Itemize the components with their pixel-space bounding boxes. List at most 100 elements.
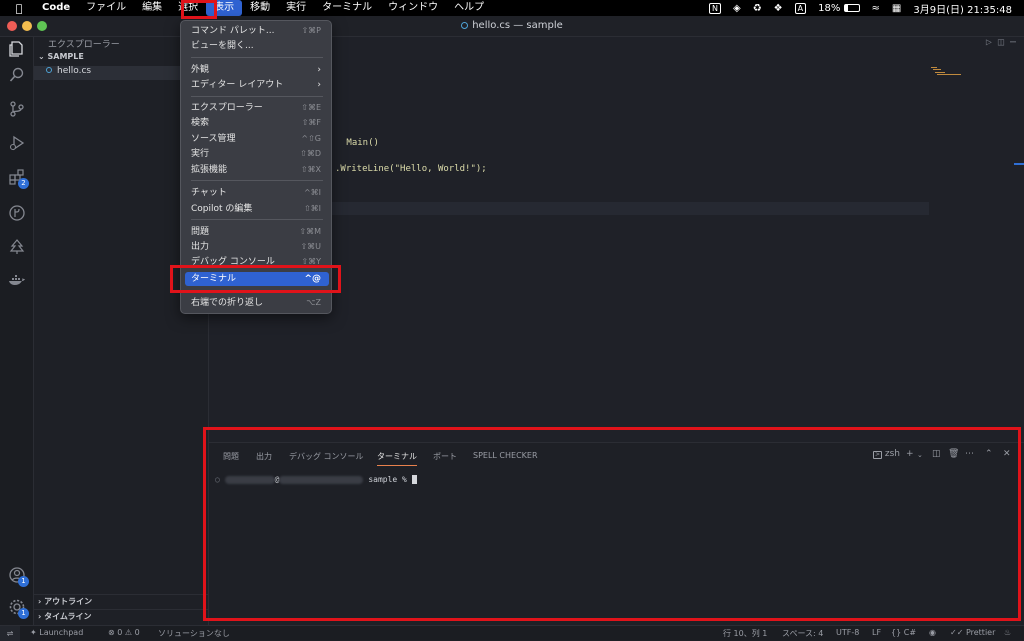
- extensions-icon[interactable]: 2: [5, 165, 29, 189]
- more-icon[interactable]: ⋯: [965, 449, 974, 459]
- extensions-badge: 2: [18, 178, 29, 189]
- timeline-section[interactable]: › タイムライン: [34, 609, 209, 623]
- explorer-icon[interactable]: [5, 37, 29, 61]
- minimap[interactable]: [929, 65, 969, 85]
- wifi-icon[interactable]: ≈: [866, 3, 886, 14]
- window-title-bar: hello.cs — sample: [0, 16, 1024, 37]
- menu-item-label: 出力: [191, 242, 210, 252]
- menu-item-copilot-edits[interactable]: Copilot の編集 ⇧⌘I: [185, 202, 329, 216]
- trash-icon[interactable]: 🗑: [948, 449, 959, 459]
- problems-status[interactable]: ⊗ 0 ⚠ 0: [108, 628, 140, 637]
- code-line-writeline: .WriteLine("Hello, World!");: [335, 164, 487, 174]
- remote-indicator-icon[interactable]: ⇌: [0, 626, 20, 641]
- menu-item-debug-console[interactable]: デバッグ コンソール ⇧⌘Y: [185, 255, 329, 269]
- menu-item-editor-layout[interactable]: エディター レイアウト ›: [185, 78, 329, 92]
- git-graph-icon[interactable]: [5, 201, 29, 225]
- indentation-status[interactable]: スペース: 4: [782, 628, 823, 639]
- apple-menu-icon[interactable]: : [12, 2, 26, 15]
- source-control-icon[interactable]: [5, 97, 29, 121]
- menu-item-terminal[interactable]: ターミナル ^@: [185, 272, 329, 286]
- tab-terminal[interactable]: ターミナル: [377, 451, 417, 466]
- split-terminal-icon[interactable]: ◫: [932, 449, 941, 459]
- menu-edit[interactable]: 編集: [134, 0, 170, 16]
- menu-item-run[interactable]: 実行 ⇧⌘D: [185, 147, 329, 161]
- terminal-shell-selector[interactable]: > zsh: [873, 449, 900, 459]
- input-method-icon[interactable]: A: [789, 2, 812, 14]
- tab-output[interactable]: 出力: [256, 451, 272, 462]
- battery-status[interactable]: 18%: [812, 3, 865, 14]
- tab-debug-console[interactable]: デバッグ コンソール: [289, 451, 364, 462]
- more-icon[interactable]: ⋯: [1010, 37, 1016, 48]
- menu-file[interactable]: ファイル: [78, 0, 134, 16]
- cube-icon[interactable]: ❖: [768, 3, 789, 14]
- launchpad-status[interactable]: ✦ Launchpad: [30, 628, 83, 637]
- menu-item-search[interactable]: 検索 ⇧⌘F: [185, 116, 329, 130]
- menu-item-shortcut: ⇧⌘I: [303, 204, 321, 213]
- menu-item-shortcut: ⇧⌘M: [299, 227, 321, 236]
- notion-icon[interactable]: N: [703, 2, 727, 14]
- eol-status[interactable]: LF: [872, 628, 881, 637]
- close-panel-icon[interactable]: ✕: [1003, 449, 1011, 459]
- maximize-panel-icon[interactable]: ⌃: [985, 449, 993, 459]
- menu-item-command-palette[interactable]: コマンド パレット... ⇧⌘P: [185, 24, 329, 38]
- bell-icon[interactable]: ♨: [1004, 628, 1011, 637]
- menu-item-label: 拡張機能: [191, 165, 228, 175]
- tab-spell-checker[interactable]: SPELL CHECKER: [473, 451, 538, 460]
- activity-bar: 2 1 1: [0, 37, 34, 625]
- menu-item-word-wrap[interactable]: 右端での折り返し ⌥Z: [185, 296, 329, 310]
- encoding-status[interactable]: UTF-8: [836, 628, 859, 637]
- cursor-position[interactable]: 行 10、列 1: [723, 628, 767, 639]
- menu-help[interactable]: ヘルプ: [446, 0, 492, 16]
- search-icon[interactable]: [5, 63, 29, 87]
- menu-window[interactable]: ウィンドウ: [380, 0, 446, 16]
- tab-problems[interactable]: 問題: [223, 451, 239, 462]
- menu-view[interactable]: 表示: [206, 0, 243, 16]
- menu-go[interactable]: 移動: [242, 0, 278, 16]
- prettier-status[interactable]: ✓✓ Prettier: [950, 628, 995, 637]
- menu-separator: [191, 219, 323, 220]
- prompt-directory: sample %: [368, 475, 407, 484]
- outline-label: アウトライン: [44, 597, 93, 606]
- copilot-icon[interactable]: ◉: [929, 628, 936, 637]
- folder-name: SAMPLE: [47, 52, 84, 61]
- menu-item-problems[interactable]: 問題 ⇧⌘M: [185, 225, 329, 239]
- outline-section[interactable]: › アウトライン: [34, 594, 209, 608]
- testing-icon[interactable]: [5, 235, 29, 259]
- chevron-down-icon[interactable]: ⌄: [917, 451, 923, 459]
- menu-item-shortcut: ^⌘I: [303, 188, 321, 197]
- settings-gear-icon[interactable]: 1: [5, 595, 29, 619]
- split-editor-icon[interactable]: ◫: [998, 37, 1004, 48]
- menu-app-code[interactable]: Code: [34, 0, 78, 16]
- menu-item-explorer[interactable]: エクスプローラー ⇧⌘E: [185, 101, 329, 115]
- menu-item-output[interactable]: 出力 ⇧⌘U: [185, 240, 329, 254]
- csharp-file-icon: [461, 22, 469, 29]
- run-debug-icon[interactable]: [5, 131, 29, 155]
- accounts-icon[interactable]: 1: [5, 563, 29, 587]
- menu-terminal[interactable]: ターミナル: [314, 0, 380, 16]
- timeline-label: タイムライン: [44, 612, 92, 621]
- window-title-text: hello.cs — sample: [472, 20, 563, 31]
- menu-separator: [191, 96, 323, 97]
- new-terminal-icon[interactable]: +: [906, 449, 914, 459]
- scrollbar-marker: [1014, 163, 1024, 165]
- tag-icon[interactable]: ◈: [727, 3, 747, 14]
- editor-actions: ▷ ◫ ⋯: [986, 37, 1016, 48]
- terminal-prompt[interactable]: ○ @ sample %: [215, 475, 417, 484]
- docker-icon[interactable]: [5, 269, 29, 293]
- menu-item-shortcut: ⇧⌘E: [301, 103, 321, 112]
- menu-item-appearance[interactable]: 外観 ›: [185, 63, 329, 77]
- solution-status[interactable]: ソリューションなし: [158, 628, 230, 639]
- control-center-icon[interactable]: ▦: [886, 3, 907, 14]
- menu-run[interactable]: 実行: [278, 0, 314, 16]
- menu-item-extensions[interactable]: 拡張機能 ⇧⌘X: [185, 163, 329, 177]
- tab-ports[interactable]: ポート: [433, 451, 457, 462]
- run-icon[interactable]: ▷: [986, 37, 992, 48]
- menu-item-chat[interactable]: チャット ^⌘I: [185, 186, 329, 200]
- language-mode[interactable]: {} C#: [891, 628, 916, 637]
- menu-item-source-control[interactable]: ソース管理 ^⇧G: [185, 132, 329, 146]
- clock[interactable]: 3月9日(日) 21:35:48: [907, 1, 1018, 16]
- menu-item-open-view[interactable]: ビューを開く...: [185, 39, 329, 53]
- menu-selection[interactable]: 選択: [170, 0, 206, 16]
- code-line-main: Main(): [341, 138, 379, 148]
- sync-icon[interactable]: ♻: [747, 3, 768, 14]
